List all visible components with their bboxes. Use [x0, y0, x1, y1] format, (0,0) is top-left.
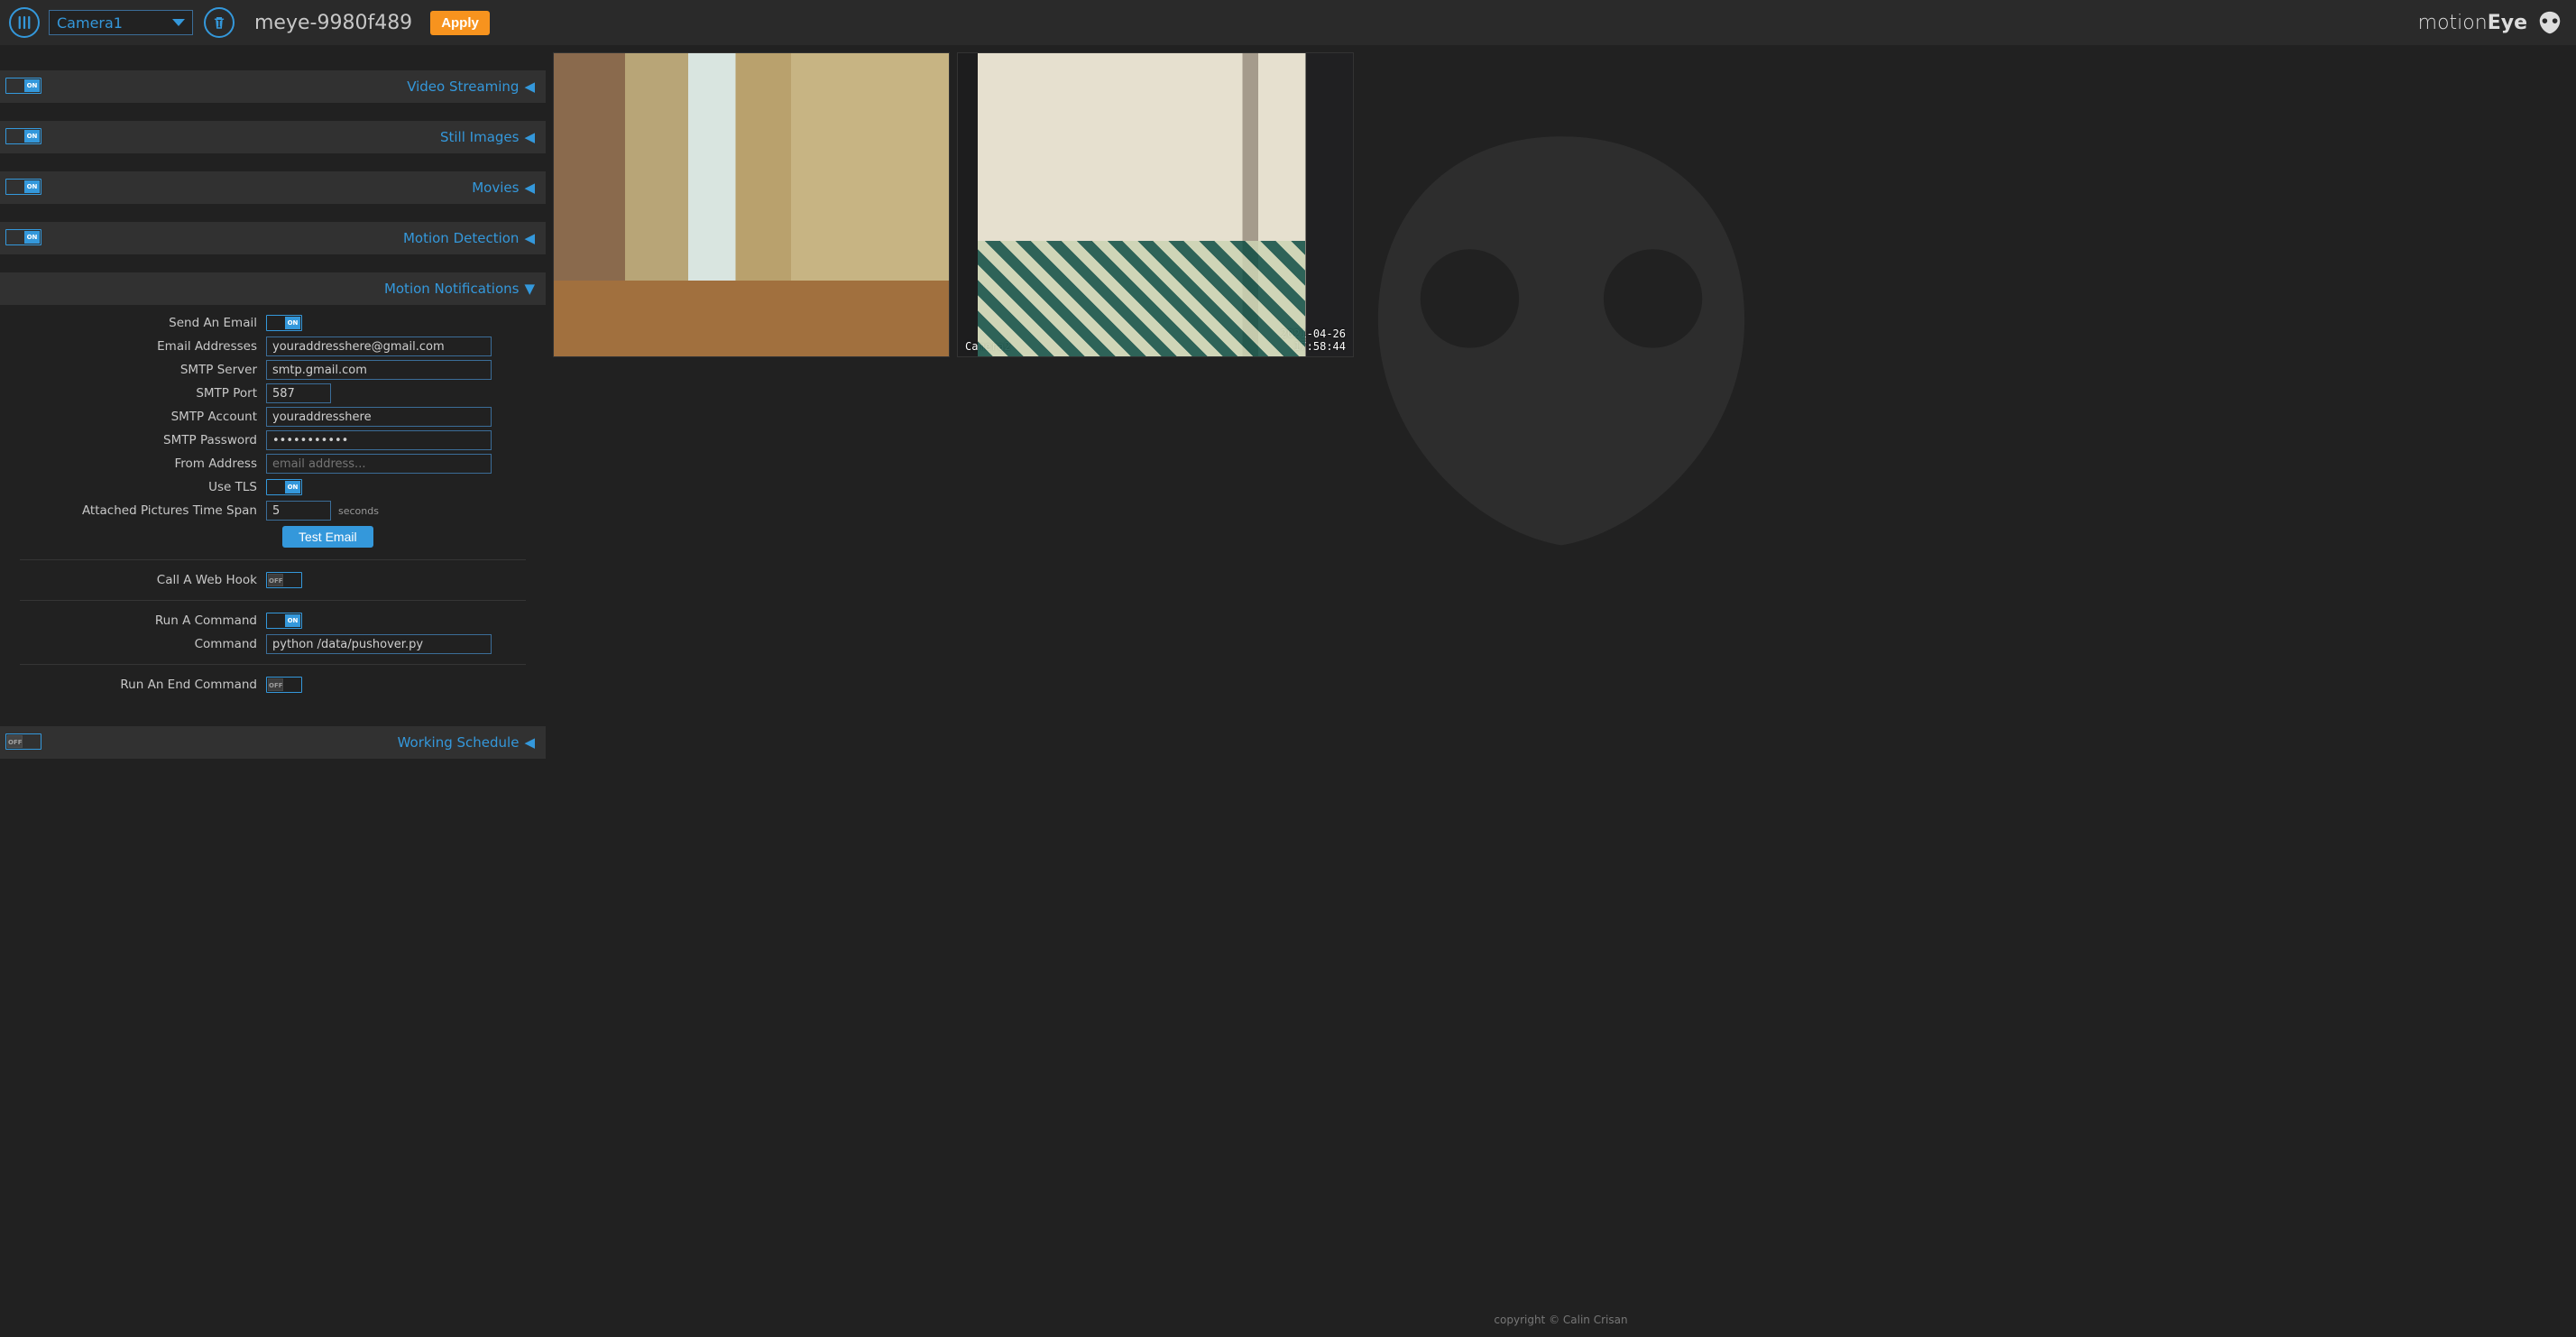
- still-images-toggle[interactable]: [5, 128, 41, 144]
- camera-select[interactable]: Camera1: [49, 10, 193, 35]
- test-email-button[interactable]: Test Email: [282, 526, 373, 548]
- apply-button[interactable]: Apply: [430, 11, 490, 35]
- section-working-schedule[interactable]: Working Schedule◀: [0, 726, 546, 759]
- section-title-label: Motion Notifications: [384, 281, 520, 297]
- menu-button[interactable]: [9, 7, 40, 38]
- section-title-label: Working Schedule: [398, 734, 520, 751]
- separator: [20, 559, 526, 560]
- separator: [20, 600, 526, 601]
- label-use-tls: Use TLS: [9, 480, 266, 494]
- section-still-images[interactable]: Still Images ◀: [0, 121, 546, 153]
- smtp-port-input[interactable]: [266, 383, 331, 403]
- expand-icon: ▼: [524, 281, 535, 297]
- owl-icon: [2536, 9, 2563, 36]
- from-address-input[interactable]: [266, 454, 492, 474]
- label-send-email: Send An Email: [9, 316, 266, 330]
- main-area: Camera1 2021-04-26 17:58:44 Camera2 2021…: [546, 45, 2576, 1337]
- collapse-icon: ◀: [524, 78, 535, 95]
- camera-timestamp-osd: 2021-04-26 17:58:44: [1281, 327, 1346, 353]
- settings-sidebar[interactable]: Video Streaming ◀ Still Images ◀ Movies ◀ M…: [0, 45, 546, 1337]
- label-email-addresses: Email Addresses: [9, 339, 266, 354]
- label-command: Command: [9, 637, 266, 651]
- section-motion-notifications[interactable]: Motion Notifications▼: [0, 272, 546, 305]
- smtp-server-input[interactable]: [266, 360, 492, 380]
- menu-icon: [16, 14, 32, 31]
- camera-feed-2[interactable]: Camera2 2021-04-26 17:58:44: [957, 52, 1354, 357]
- label-run-command: Run A Command: [9, 613, 266, 628]
- camera-name-osd: Camera1: [561, 340, 607, 353]
- email-addresses-input[interactable]: [266, 337, 492, 356]
- camera-feed-1[interactable]: Camera1 2021-04-26 17:58:44: [553, 52, 950, 357]
- label-attached-span: Attached Pictures Time Span: [9, 503, 266, 518]
- label-smtp-port: SMTP Port: [9, 386, 266, 401]
- section-title-label: Movies: [472, 180, 519, 196]
- send-email-toggle[interactable]: [266, 315, 302, 331]
- delete-camera-button[interactable]: [204, 7, 235, 38]
- separator: [20, 664, 526, 665]
- attached-span-unit: seconds: [338, 505, 379, 517]
- camera-select-value: Camera1: [57, 14, 123, 32]
- section-movies[interactable]: Movies ◀: [0, 171, 546, 204]
- smtp-password-input[interactable]: [266, 430, 492, 450]
- section-title-label: Motion Detection: [403, 230, 520, 246]
- camera-name-osd: Camera2: [965, 340, 1011, 353]
- hostname: meye-9980f489: [254, 12, 412, 34]
- label-from-address: From Address: [9, 456, 266, 471]
- movies-toggle[interactable]: [5, 179, 41, 195]
- section-title-label: Video Streaming: [407, 78, 519, 95]
- collapse-icon: ◀: [524, 230, 535, 246]
- command-input[interactable]: [266, 634, 492, 654]
- call-webhook-toggle[interactable]: [266, 572, 302, 588]
- trash-icon: [211, 14, 227, 31]
- run-end-command-toggle[interactable]: [266, 677, 302, 693]
- attached-span-input[interactable]: [266, 501, 331, 521]
- motion-detection-toggle[interactable]: [5, 229, 41, 245]
- working-schedule-toggle[interactable]: [5, 733, 41, 750]
- label-run-end-command: Run An End Command: [9, 678, 266, 692]
- motion-notifications-body: Send An Email Email Addresses SMTP Serve…: [0, 305, 546, 708]
- label-call-webhook: Call A Web Hook: [9, 573, 266, 587]
- collapse-icon: ◀: [524, 129, 535, 145]
- video-streaming-toggle[interactable]: [5, 78, 41, 94]
- label-smtp-server: SMTP Server: [9, 363, 266, 377]
- section-motion-detection[interactable]: Motion Detection◀: [0, 222, 546, 254]
- section-video-streaming[interactable]: Video Streaming ◀: [0, 70, 546, 103]
- smtp-account-input[interactable]: [266, 407, 492, 427]
- label-smtp-password: SMTP Password: [9, 433, 266, 447]
- collapse-icon: ◀: [524, 734, 535, 751]
- footer-copyright: copyright © Calin Crisan: [546, 1314, 2576, 1326]
- label-smtp-account: SMTP Account: [9, 410, 266, 424]
- camera-timestamp-osd: 2021-04-26 17:58:44: [877, 327, 942, 353]
- section-title-label: Still Images: [440, 129, 519, 145]
- brand-logo: motionEye: [2418, 0, 2563, 45]
- run-command-toggle[interactable]: [266, 613, 302, 629]
- collapse-icon: ◀: [524, 180, 535, 196]
- use-tls-toggle[interactable]: [266, 479, 302, 495]
